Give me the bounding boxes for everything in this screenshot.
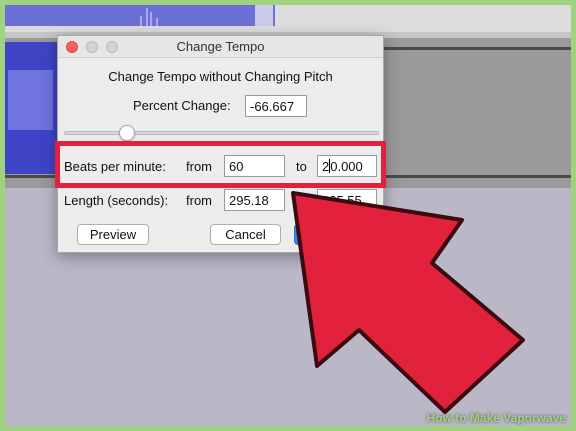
waveform-rms <box>8 70 53 130</box>
bpm-label: Beats per minute: <box>64 159 166 174</box>
ok-button[interactable] <box>294 224 334 245</box>
length-label: Length (seconds): <box>64 193 169 208</box>
length-from-input[interactable]: 295.18 <box>224 189 285 211</box>
cancel-button[interactable]: Cancel <box>210 224 281 245</box>
length-to-input[interactable]: 885.55 <box>317 189 377 211</box>
bpm-to-text-before-caret: 2 <box>322 159 330 174</box>
top-waveform-strip <box>0 0 275 26</box>
percent-change-slider[interactable] <box>64 131 379 135</box>
dialog-heading: Change Tempo without Changing Pitch <box>108 69 333 84</box>
bpm-to-text-after-caret: 0.000 <box>330 159 363 174</box>
dialog-titlebar: Change Tempo <box>58 36 383 58</box>
watermark-text: How to Make Vaporwave <box>426 411 566 425</box>
preview-button[interactable]: Preview <box>77 224 149 245</box>
percent-change-input[interactable]: -66.667 <box>245 95 307 117</box>
slider-thumb[interactable] <box>119 125 135 141</box>
bpm-from-label: from <box>186 159 212 174</box>
dialog-title: Change Tempo <box>176 39 265 54</box>
bpm-to-label: to <box>296 159 307 174</box>
bpm-to-input[interactable]: 20.000 <box>317 155 377 177</box>
bpm-from-input[interactable]: 60 <box>224 155 285 177</box>
wikihow-watermark: How to Make Vaporwave <box>427 411 566 425</box>
length-from-label: from <box>186 193 212 208</box>
percent-change-label: Percent Change: <box>133 98 231 113</box>
change-tempo-dialog: Change Tempo Change Tempo without Changi… <box>57 35 384 253</box>
